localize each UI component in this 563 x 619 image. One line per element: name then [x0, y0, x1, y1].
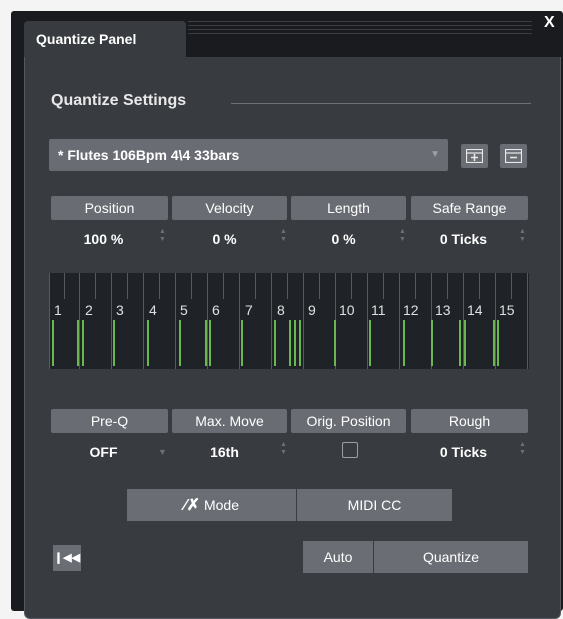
grid-number: 12: [403, 302, 419, 318]
grid-number: 15: [499, 302, 515, 318]
length-header[interactable]: Length: [291, 196, 406, 220]
mode-label: Mode: [203, 497, 239, 513]
safe-range-header[interactable]: Safe Range: [411, 196, 528, 220]
note-marker: [403, 320, 405, 366]
note-marker: [274, 320, 276, 366]
safe-range-spinner-icon[interactable]: ▲ ▼: [519, 228, 526, 244]
close-button[interactable]: X: [544, 14, 555, 32]
note-marker: [493, 320, 495, 366]
note-marker: [77, 320, 79, 366]
note-marker: [113, 320, 115, 366]
position-spinner-icon[interactable]: ▲ ▼: [159, 228, 166, 244]
auto-label: Auto: [323, 549, 353, 565]
remove-preset-icon: [505, 149, 522, 163]
note-marker: [179, 320, 181, 366]
grid-number: 1: [54, 302, 62, 318]
note-marker: [459, 320, 461, 366]
midi-cc-button[interactable]: MIDI CC: [297, 489, 452, 521]
tab-quantize-panel[interactable]: Quantize Panel: [24, 21, 186, 57]
note-marker: [431, 320, 433, 366]
rough-spinner-icon[interactable]: ▲ ▼: [519, 441, 526, 457]
note-marker: [334, 320, 336, 366]
length-value[interactable]: 0 %: [291, 231, 396, 247]
position-value[interactable]: 100 %: [51, 231, 156, 247]
auto-button[interactable]: Auto: [303, 541, 373, 573]
note-marker: [289, 320, 291, 366]
grid-number: 7: [245, 302, 253, 318]
midi-cc-label: MIDI CC: [347, 497, 402, 513]
note-marker: [464, 320, 466, 366]
grid-number: 3: [116, 302, 124, 318]
preset-name: * Flutes 106Bpm 4\4 33bars: [58, 147, 240, 163]
note-marker: [241, 320, 243, 366]
grid-number: 11: [371, 302, 386, 318]
length-spinner-icon[interactable]: ▲ ▼: [399, 228, 406, 244]
note-marker: [209, 320, 211, 366]
tab-strip-decoration: [188, 21, 532, 37]
note-marker: [82, 320, 84, 366]
grid-number: 8: [277, 302, 285, 318]
chevron-down-icon[interactable]: ▼: [158, 448, 167, 457]
add-preset-icon: [466, 149, 483, 163]
section-title: Quantize Settings: [51, 92, 187, 109]
grid-number: 13: [435, 302, 451, 318]
quantize-label: Quantize: [422, 549, 480, 565]
preset-selector[interactable]: * Flutes 106Bpm 4\4 33bars ▼: [49, 139, 448, 171]
max-move-value[interactable]: 16th: [172, 444, 277, 460]
velocity-header[interactable]: Velocity: [172, 196, 287, 220]
note-marker: [294, 320, 296, 366]
note-marker: [205, 320, 207, 366]
rough-header[interactable]: Rough: [411, 409, 528, 433]
quantize-button[interactable]: Quantize: [374, 541, 528, 573]
pre-q-value[interactable]: OFF: [51, 444, 156, 460]
chevron-down-icon: ▼: [430, 149, 440, 160]
grid-number: 10: [339, 302, 355, 318]
note-marker: [299, 320, 301, 366]
save-preset-button[interactable]: [461, 144, 488, 168]
tab-label: Quantize Panel: [36, 31, 137, 47]
note-marker: [52, 320, 54, 366]
velocity-value[interactable]: 0 %: [172, 231, 277, 247]
mode-button[interactable]: ⁄✗ Mode: [127, 489, 296, 521]
orig-position-header[interactable]: Orig. Position: [291, 409, 406, 433]
max-move-spinner-icon[interactable]: ▲ ▼: [280, 441, 287, 457]
grid-number: 6: [212, 302, 220, 318]
reset-button[interactable]: ❙◀◀: [53, 545, 81, 571]
grid-number: 2: [85, 302, 93, 318]
section-divider: [231, 103, 531, 104]
orig-position-checkbox[interactable]: [342, 442, 358, 458]
grid-number: 5: [180, 302, 188, 318]
note-marker: [147, 320, 149, 366]
position-header[interactable]: Position: [51, 196, 168, 220]
quantize-grid[interactable]: 1 2 3 4 5 6 7 8 9 10 11 12 13 14 15: [49, 273, 529, 369]
grid-number: 14: [467, 302, 483, 318]
grid-number: 9: [308, 302, 316, 318]
swing-icon: ⁄✗: [184, 497, 201, 514]
note-marker: [497, 320, 499, 366]
rough-value[interactable]: 0 Ticks: [411, 444, 516, 460]
grid-number: 4: [149, 302, 157, 318]
remove-preset-button[interactable]: [500, 144, 527, 168]
pre-q-header[interactable]: Pre-Q: [51, 409, 168, 433]
note-marker: [369, 320, 371, 366]
max-move-header[interactable]: Max. Move: [172, 409, 287, 433]
skip-back-icon: ❙◀◀: [53, 552, 81, 564]
safe-range-value[interactable]: 0 Ticks: [411, 231, 516, 247]
velocity-spinner-icon[interactable]: ▲ ▼: [280, 228, 287, 244]
